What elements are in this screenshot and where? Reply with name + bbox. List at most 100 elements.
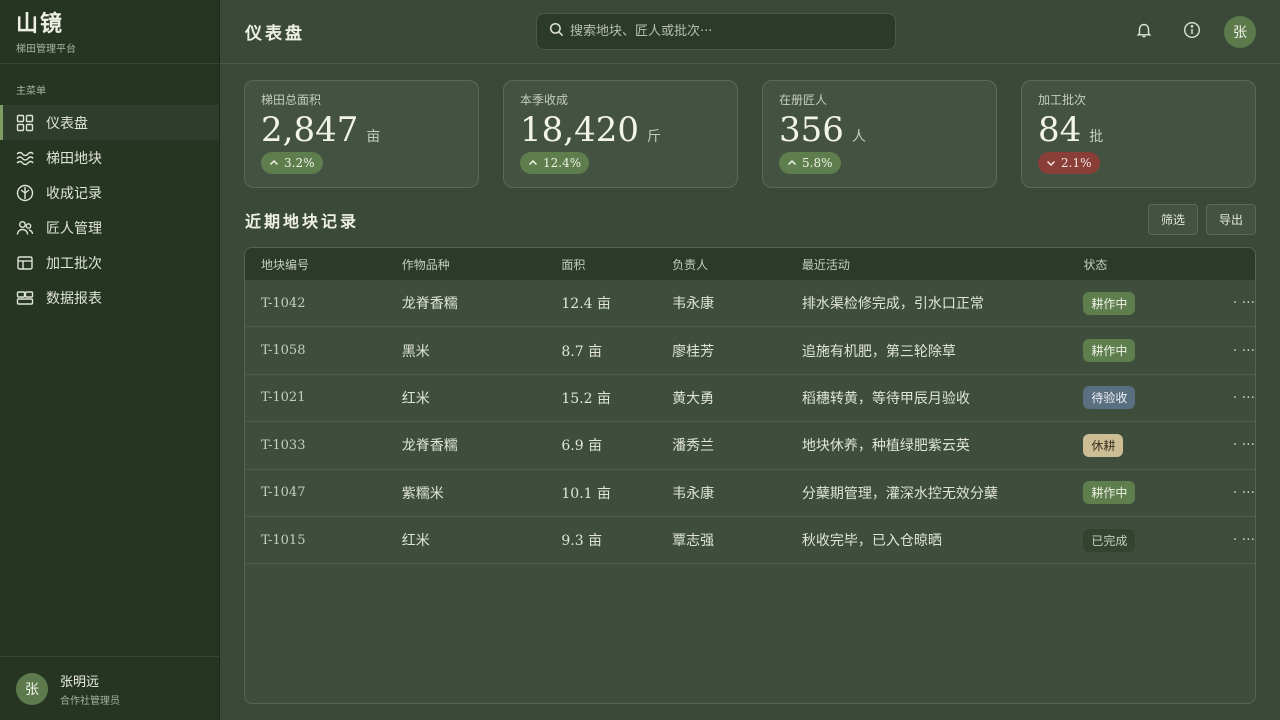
info-button[interactable] <box>1176 16 1208 48</box>
stat-label: 本季收成 <box>520 93 569 107</box>
column-header[interactable]: 地块编号 <box>245 256 402 273</box>
owner-name: 韦永康 <box>672 296 715 313</box>
waves-icon <box>16 149 34 167</box>
plots-table: 地块编号 作物品种 面积 负责人 最近活动 状态 T-1042 龙脊香糯 12.4 … <box>244 247 1256 704</box>
stat-cards: 梯田总面积 2,847 亩 3.2% 本季收成 18,420 斤 12.4% 在… <box>244 80 1256 188</box>
chevron-up-icon <box>528 159 538 166</box>
table-row[interactable]: T-1042 龙脊香糯 12.4 亩 韦永康 排水渠检修完成，引水口正常 耕作中 · ··· <box>245 280 1255 328</box>
recent-activity: 分蘖期管理，灌深水控无效分蘖 <box>801 485 998 502</box>
grid-icon <box>16 114 34 132</box>
crop-variety: 龙脊香糯 <box>401 296 458 313</box>
stat-value: 84 <box>1038 110 1082 150</box>
search-input[interactable] <box>570 24 870 39</box>
table-row[interactable]: T-1033 龙脊香糯 6.9 亩 潘秀兰 地块休养，种植绿肥紫云英 休耕 · ··· <box>245 422 1255 470</box>
stat-card-batches: 加工批次 84 批 2.1% <box>1021 80 1256 188</box>
search-icon <box>549 22 564 41</box>
recent-activity: 排水渠检修完成，引水口正常 <box>801 296 984 313</box>
status-badge: 休耕 <box>1083 433 1124 457</box>
sidebar-item-dashboard[interactable]: 仪表盘 <box>0 105 219 140</box>
sidebar-item-artisans[interactable]: 匠人管理 <box>0 210 219 245</box>
trend-badge: 5.8% <box>779 152 841 174</box>
header-actions: 张 <box>1112 16 1256 48</box>
stat-value: 2,847 <box>261 110 359 150</box>
column-header[interactable]: 最近活动 <box>802 256 1083 273</box>
crop-variety: 龙脊香糯 <box>401 438 458 455</box>
more-actions-button[interactable]: · ··· <box>1219 295 1255 311</box>
section-actions: 筛选 导出 <box>1147 204 1256 235</box>
table-row[interactable]: T-1058 黑米 8.7 亩 廖桂芳 追施有机肥，第三轮除草 耕作中 · ··· <box>245 327 1255 375</box>
sidebar-item-label: 收成记录 <box>46 185 102 202</box>
notification-button[interactable] <box>1128 16 1160 48</box>
more-actions-button[interactable]: · ··· <box>1219 532 1255 548</box>
sidebar-item-batches[interactable]: 加工批次 <box>0 245 219 280</box>
status-badge: 待验收 <box>1083 386 1136 410</box>
page-title: 仪表盘 <box>245 24 305 44</box>
table-row[interactable]: T-1021 红米 15.2 亩 黄大勇 稻穗转黄，等待甲辰月验收 待验收 · ··· <box>245 375 1255 423</box>
column-header[interactable]: 状态 <box>1083 256 1219 273</box>
top-bar: 仪表盘 张 <box>220 0 1280 64</box>
recent-activity: 地块休养，种植绿肥紫云英 <box>801 438 970 455</box>
export-button[interactable]: 导出 <box>1205 204 1256 235</box>
crop-variety: 紫糯米 <box>401 485 444 502</box>
stat-value: 356 <box>779 110 844 150</box>
layout-icon <box>16 254 34 272</box>
sidebar-item-harvest[interactable]: 收成记录 <box>0 175 219 210</box>
leaf-icon <box>16 184 34 202</box>
crop-variety: 黑米 <box>401 343 430 360</box>
trend-badge: 3.2% <box>261 152 323 174</box>
sidebar: 山镜 梯田管理平台 主菜单 仪表盘 梯田地块 收成记录 匠人管理 加工批次 数据… <box>0 0 220 720</box>
stat-label: 在册匠人 <box>779 93 828 107</box>
crop-variety: 红米 <box>401 533 430 550</box>
menu-heading: 主菜单 <box>16 86 46 97</box>
stat-label: 梯田总面积 <box>261 93 322 107</box>
stat-unit: 批 <box>1089 129 1104 145</box>
plot-area: 10.1 亩 <box>561 485 612 502</box>
avatar: 张 <box>16 672 48 705</box>
plot-id: T-1042 <box>261 295 306 311</box>
plot-area: 8.7 亩 <box>561 343 603 360</box>
owner-name: 廖桂芳 <box>672 343 715 360</box>
plot-id: T-1015 <box>261 532 306 548</box>
user-role: 合作社管理员 <box>60 695 120 707</box>
stat-unit: 斤 <box>646 129 661 145</box>
trend-badge: 2.1% <box>1038 152 1100 174</box>
status-badge: 耕作中 <box>1083 339 1136 363</box>
owner-name: 黄大勇 <box>672 390 715 407</box>
chevron-down-icon <box>1046 160 1056 167</box>
more-actions-button[interactable]: · ··· <box>1219 437 1255 453</box>
owner-name: 覃志强 <box>672 533 715 550</box>
trend-value: 12.4% <box>543 156 582 170</box>
sidebar-item-reports[interactable]: 数据报表 <box>0 280 219 315</box>
user-avatar-button[interactable]: 张 <box>1224 16 1256 48</box>
chevron-up-icon <box>787 159 797 166</box>
crop-variety: 红米 <box>401 390 430 407</box>
bell-icon <box>1135 21 1153 43</box>
more-actions-button[interactable]: · ··· <box>1219 390 1255 406</box>
filter-button[interactable]: 筛选 <box>1147 204 1198 235</box>
table-header: 地块编号 作物品种 面积 负责人 最近活动 状态 <box>245 248 1255 280</box>
more-actions-button[interactable]: · ··· <box>1219 485 1255 501</box>
stat-value: 18,420 <box>520 110 639 150</box>
column-header[interactable]: 负责人 <box>672 256 802 273</box>
user-profile[interactable]: 张 张明远 合作社管理员 <box>0 656 219 720</box>
stat-card-terrace-area: 梯田总面积 2,847 亩 3.2% <box>244 80 479 188</box>
trend-value: 5.8% <box>802 156 833 170</box>
column-header[interactable]: 作物品种 <box>402 256 562 273</box>
table-body: T-1042 龙脊香糯 12.4 亩韦永康 排水渠检修完成，引水口正常 耕作中 · ···… <box>245 280 1255 565</box>
sidebar-item-terraces[interactable]: 梯田地块 <box>0 140 219 175</box>
trend-value: 2.1% <box>1061 156 1092 170</box>
owner-name: 潘秀兰 <box>672 438 715 455</box>
trend-badge: 12.4% <box>520 152 590 174</box>
recent-activity: 追施有机肥，第三轮除草 <box>801 343 956 360</box>
owner-name: 韦永康 <box>672 485 715 502</box>
info-icon <box>1183 21 1201 43</box>
plot-id: T-1033 <box>261 437 306 453</box>
more-actions-button[interactable]: · ··· <box>1219 343 1255 359</box>
table-row[interactable]: T-1047 紫糯米 10.1 亩 韦永康 分蘖期管理，灌深水控无效分蘖 耕作中 · ··· <box>245 470 1255 517</box>
column-header[interactable]: 面积 <box>561 256 672 273</box>
status-badge: 已完成 <box>1083 528 1136 552</box>
sidebar-item-label: 匠人管理 <box>46 220 102 237</box>
search-box[interactable] <box>536 13 896 50</box>
table-row[interactable]: T-1015 红米 9.3 亩 覃志强 秋收完毕，已入仓晾晒 已完成 · ··· <box>245 517 1255 565</box>
brand-logo: 山镜 <box>16 11 65 37</box>
